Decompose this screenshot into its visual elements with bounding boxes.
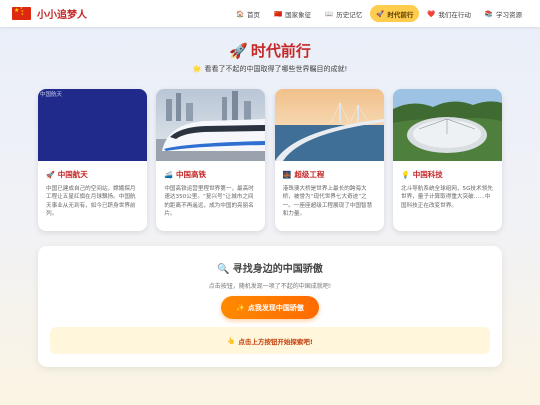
finder-title: 🔍 寻找身边的中国骄傲 — [38, 260, 502, 275]
nav-item-label: 时代前行 — [387, 10, 414, 19]
achievement-cards: 中国航天 🚀 中国航天 中国已建成自己的空间站，嫦娥探月工程让五星红旗在月球飘扬… — [38, 89, 502, 231]
finder-title-text: 寻找身边的中国骄傲 — [232, 264, 323, 275]
nav-item-in-action[interactable]: ❤️ 我们在行动 — [421, 5, 477, 22]
page-title: 🚀 时代前行 — [0, 40, 540, 61]
rocket-icon: 🚀 — [376, 9, 385, 18]
star-icon: 🌟 — [192, 65, 202, 73]
card-title-text: 中国航天 — [57, 170, 88, 179]
top-nav: ★ ★ ★ ★ 小小追梦人 🏠 首页 🇨🇳 国家象征 📖 历史记忆 🚀 时代前行 ❤️… — [0, 0, 540, 27]
nav-item-label: 首页 — [247, 10, 261, 19]
bridge-icon: 🌉 — [282, 170, 292, 179]
card-description: 港珠澳大桥是世界上最长的跨海大桥，被誉为“现代世界七大奇迹”之一。一座座超级工程… — [282, 186, 373, 218]
card-title: 🌉 超级工程 — [283, 169, 376, 180]
nav-item-national-symbols[interactable]: 🇨🇳 国家象征 — [268, 5, 317, 22]
page-title-text: 时代前行 — [250, 42, 311, 60]
finder-hint: 👆 点击上方按钮开始探索吧! — [50, 327, 490, 354]
card-image-bridge — [274, 89, 384, 161]
brand[interactable]: ★ ★ ★ ★ 小小追梦人 — [12, 5, 87, 22]
finder-hint-text: 点击上方按钮开始探索吧! — [238, 337, 313, 346]
train-icon: 🚄 — [164, 170, 174, 179]
page-subtitle: 🌟 看看了不起的中国取得了哪些世界瞩目的成就! — [0, 64, 540, 74]
card-description: 北斗导航系统全球组网，5G技术领先世界，量子计算取得重大突破……中国科技正在改变… — [400, 186, 493, 209]
finder-panel: 🔍 寻找身边的中国骄傲 点击按钮，随机发现一项了不起的中国成就吧! ✨ 点我发现中国… — [38, 246, 502, 367]
card-space[interactable]: 中国航天 🚀 中国航天 中国已建成自己的空间站，嫦娥探月工程让五星红旗在月球飘扬… — [38, 89, 147, 231]
rocket-icon: 🚀 — [229, 42, 248, 60]
books-icon: 📚 — [484, 9, 493, 18]
card-title-text: 超级工程 — [294, 170, 325, 179]
card-image-telescope — [392, 89, 502, 161]
nav-links: 🏠 首页 🇨🇳 国家象征 📖 历史记忆 🚀 时代前行 ❤️ 我们在行动 📚 学习… — [228, 5, 528, 22]
card-description: 中国高铁运营里程世界第一，最高时速达350公里。“复兴号”让城市之间的距离不再遥… — [164, 186, 254, 218]
nav-item-era-progress[interactable]: 🚀 时代前行 — [370, 5, 420, 22]
card-image-space: 中国航天 — [38, 89, 147, 161]
nav-item-label: 学习资源 — [496, 10, 522, 19]
china-flag-icon: ★ ★ ★ ★ — [12, 7, 31, 20]
brand-name: 小小追梦人 — [37, 10, 87, 21]
nav-item-resources[interactable]: 📚 学习资源 — [479, 5, 528, 22]
lightbulb-icon: 💡 — [400, 170, 410, 179]
page-subtitle-text: 看看了不起的中国取得了哪些世界瞩目的成就! — [204, 65, 348, 73]
finder-subtitle: 点击按钮，随机发现一项了不起的中国成就吧! — [208, 283, 332, 290]
home-icon: 🏠 — [235, 9, 245, 18]
flag-icon: 🇨🇳 — [274, 9, 283, 18]
card-title: 🚄 中国高铁 — [164, 169, 257, 180]
nav-item-label: 我们在行动 — [438, 10, 471, 19]
card-title-text: 中国科技 — [412, 170, 443, 179]
card-super-engineering[interactable]: 🌉 超级工程 港珠澳大桥是世界上最长的跨海大桥，被誉为“现代世界七大奇迹”之一。… — [274, 89, 384, 231]
card-high-speed-rail[interactable]: 🚄 中国高铁 中国高铁运营里程世界第一，最高时速达350公里。“复兴号”让城市之… — [156, 89, 266, 231]
discover-button[interactable]: ✨ 点我发现中国骄傲 — [221, 296, 319, 319]
nav-item-home[interactable]: 🏠 首页 — [230, 5, 266, 22]
search-icon: 🔍 — [217, 264, 230, 275]
sparkles-icon: ✨ — [236, 303, 245, 312]
card-description: 中国已建成自己的空间站，嫦娥探月工程让五星红旗在月球飘扬。中国航天事业从无到有，… — [46, 186, 136, 218]
rocket-icon: 🚀 — [46, 170, 55, 179]
heart-icon: ❤️ — [427, 9, 436, 18]
nav-item-history[interactable]: 📖 历史记忆 — [319, 5, 368, 22]
card-title: 💡 中国科技 — [401, 169, 494, 180]
card-title: 🚀 中国航天 — [46, 169, 139, 180]
nav-item-label: 国家象征 — [285, 10, 312, 19]
card-title-text: 中国高铁 — [176, 170, 207, 179]
discover-button-label: 点我发现中国骄傲 — [247, 303, 304, 312]
pointing-up-icon: 👆 — [227, 336, 236, 345]
book-icon: 📖 — [325, 9, 334, 18]
broken-image-alt: 中国航天 — [40, 92, 63, 98]
card-technology[interactable]: 💡 中国科技 北斗导航系统全球组网，5G技术领先世界，量子计算取得重大突破……中… — [392, 89, 502, 231]
nav-item-label: 历史记忆 — [336, 10, 363, 19]
card-image-train — [156, 89, 266, 161]
